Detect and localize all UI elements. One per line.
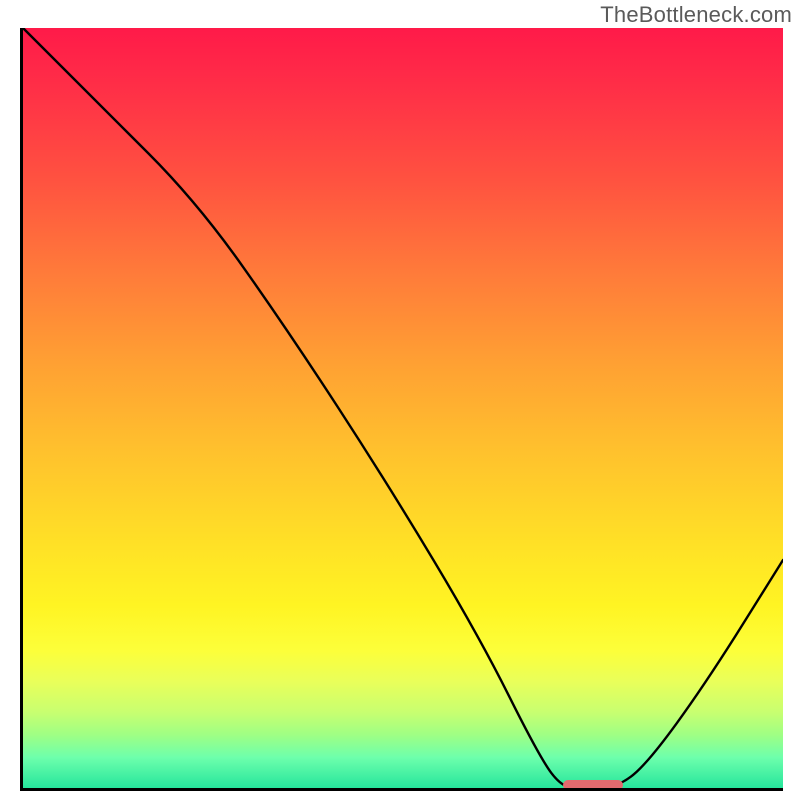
chart-curve — [23, 28, 783, 788]
plot-area — [20, 28, 783, 791]
watermark-text: TheBottleneck.com — [600, 2, 792, 28]
minimum-marker — [563, 780, 624, 790]
curve-path — [23, 28, 783, 788]
chart-container: TheBottleneck.com — [0, 0, 800, 800]
